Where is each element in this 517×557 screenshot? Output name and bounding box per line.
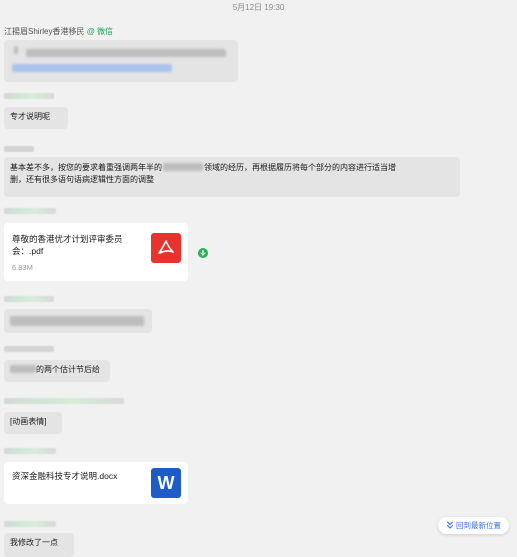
double-chevron-down-glyph	[446, 521, 453, 529]
file-name-line: 会：.pdf	[12, 246, 44, 256]
wechat-source-label: @ 微信	[86, 27, 114, 36]
message-bubble[interactable]: 的两个估计节后给	[4, 360, 110, 382]
back-to-latest-button[interactable]: 回到最新位置	[437, 517, 509, 534]
message-line: 基本差不多，按您的要求着重强调两年半的 领域的经历，再根据履历将每个部分的内容进行…	[10, 162, 454, 174]
message-text: 专才说明呢	[10, 112, 50, 121]
download-arrow-glyph	[200, 249, 206, 256]
redacted-text	[26, 49, 226, 57]
redacted-text	[14, 46, 18, 54]
back-to-latest-label: 回到最新位置	[456, 521, 501, 530]
message-bubble-redacted[interactable]	[4, 309, 152, 333]
file-name: 尊敬的香港优才计划评审委员 会：.pdf	[12, 233, 147, 257]
sender-name-redacted	[4, 146, 34, 152]
sender-name-redacted	[4, 93, 54, 99]
redacted-text	[163, 163, 203, 171]
sender-name-redacted	[4, 448, 56, 454]
file-size: 6.83M	[12, 263, 33, 272]
message-bubble[interactable]: 专才说明呢	[4, 107, 68, 129]
redacted-text	[10, 365, 36, 373]
message-bubble[interactable]: [动画表情]	[4, 412, 62, 434]
pdf-icon	[151, 233, 181, 263]
message-text: 领域的经历，再根据履历将每个部分的内容进行适当增	[204, 163, 396, 172]
timestamp: 5月12日 19:30	[232, 3, 285, 12]
message-text: 的两个估计节后给	[36, 365, 100, 374]
download-arrow-icon[interactable]	[198, 248, 208, 258]
word-icon-letter: W	[157, 472, 175, 493]
file-name: 资深金融科技专才说明.docx	[12, 471, 118, 481]
file-card-docx[interactable]: 资深金融科技专才说明.docx W	[4, 462, 188, 504]
redacted-link	[12, 64, 172, 72]
sender-name-redacted	[4, 296, 54, 302]
file-card-pdf[interactable]: 尊敬的香港优才计划评审委员 会：.pdf 6.83M	[4, 223, 188, 281]
message-text: 基本差不多，按您的要求着重强调两年半的	[10, 163, 162, 172]
message-bubble-redacted-link[interactable]	[4, 40, 238, 82]
file-name-line: 尊敬的香港优才计划评审委员	[12, 234, 123, 244]
message-text: 删，还有很多语句语病逻辑性方面的调整	[10, 175, 154, 184]
message-bubble[interactable]: 基本差不多，按您的要求着重强调两年半的 领域的经历，再根据履历将每个部分的内容进行…	[4, 157, 460, 197]
pdf-glyph	[158, 240, 174, 254]
redacted-text	[10, 316, 144, 326]
sender-name-text: 江揚眉Shirley香港移民	[4, 27, 85, 36]
double-chevron-down-icon	[446, 521, 456, 530]
sender-name-redacted	[4, 208, 56, 214]
message-text: [动画表情]	[10, 417, 47, 426]
message-bubble[interactable]: 我修改了一点	[4, 533, 74, 557]
sender-name-redacted	[4, 398, 124, 404]
word-icon: W	[151, 468, 181, 498]
message-text: 我修改了一点	[10, 538, 58, 547]
sender-name: 江揚眉Shirley香港移民 @ 微信	[4, 26, 113, 37]
sender-name-redacted	[4, 346, 54, 352]
sender-name-redacted	[4, 521, 56, 527]
